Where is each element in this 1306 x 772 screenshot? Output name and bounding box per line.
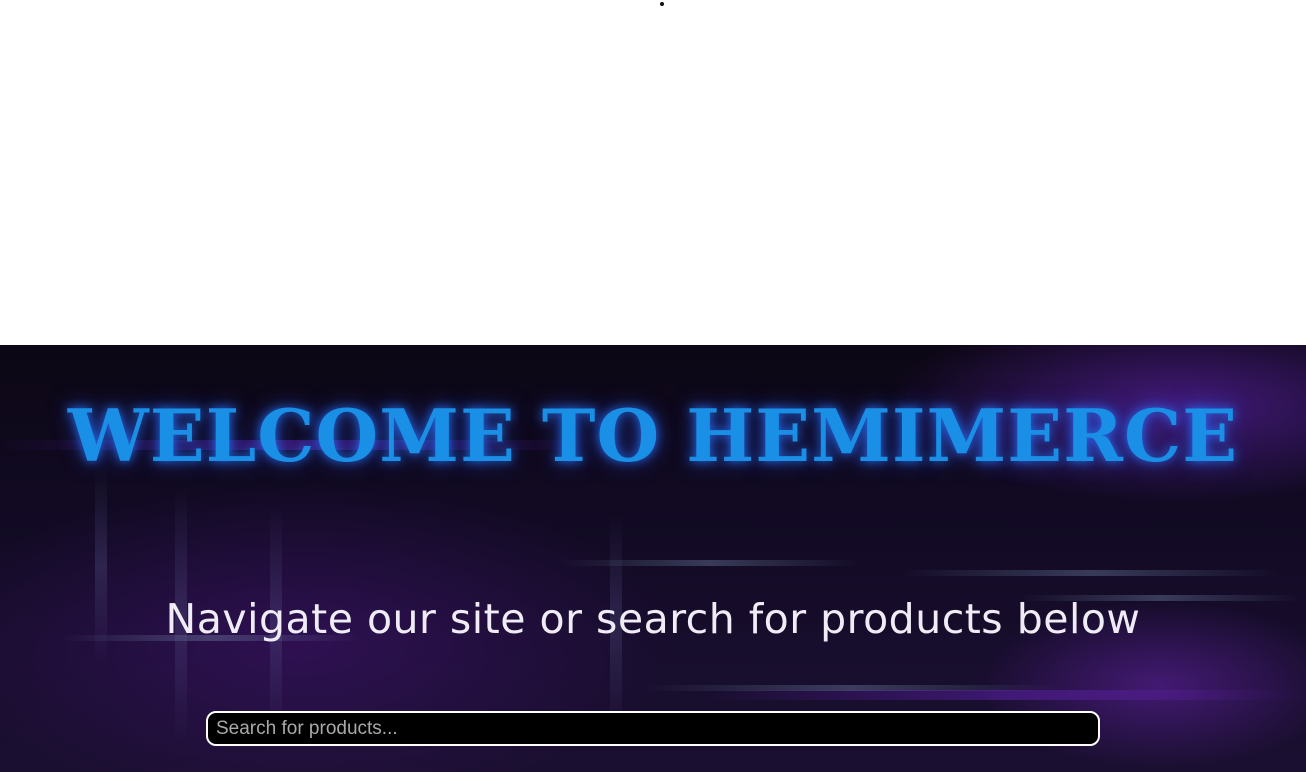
hero-subtitle: Navigate our site or search for products…: [165, 595, 1141, 643]
background-streak: [700, 690, 1306, 700]
top-blank-area: [0, 0, 1306, 345]
hero-banner: WELCOME TO HEMIMERCE Navigate our site o…: [0, 345, 1306, 772]
background-streak: [900, 570, 1280, 576]
hero-title: WELCOME TO HEMIMERCE: [67, 393, 1239, 478]
search-input[interactable]: [206, 711, 1100, 746]
background-streak: [560, 560, 860, 566]
dot-marker: [660, 2, 664, 6]
